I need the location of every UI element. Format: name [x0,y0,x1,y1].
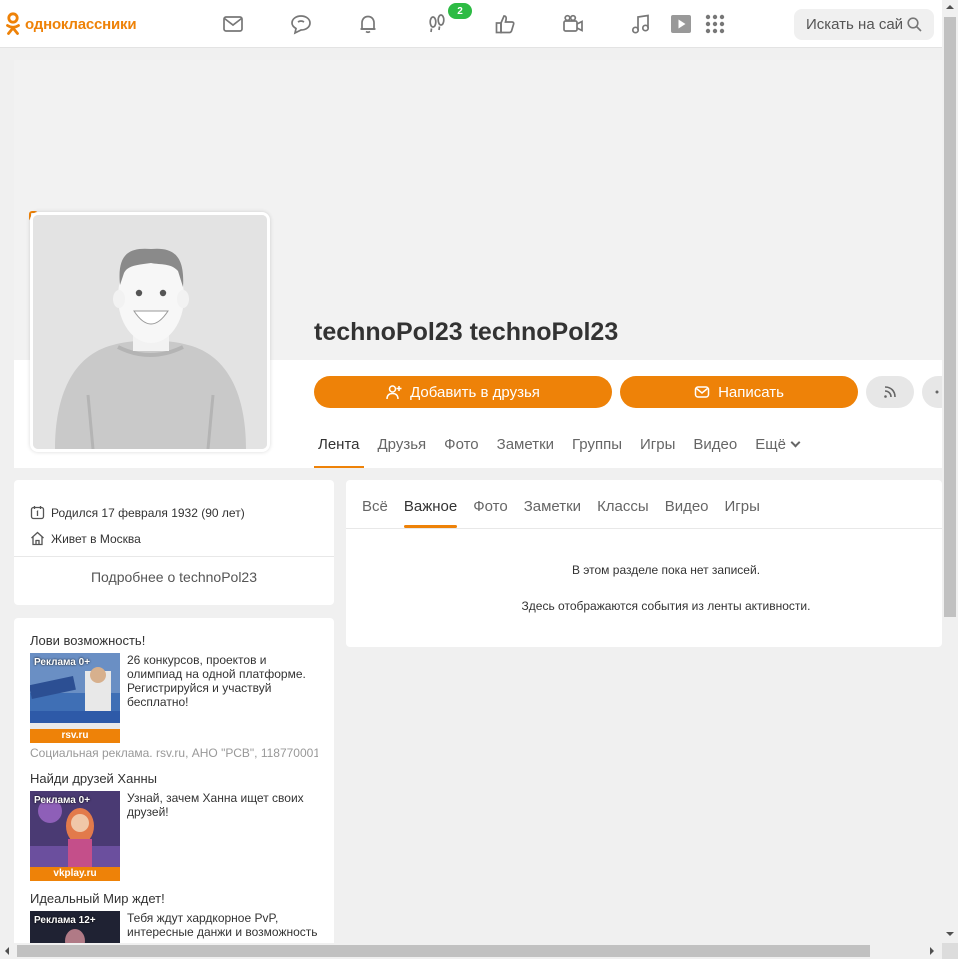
chevron-down-icon [790,437,801,448]
profile-tabs: Лента Друзья Фото Заметки Группы Игры Ви… [314,436,817,468]
add-friend-button[interactable]: Добавить в друзья [314,376,612,408]
about-card: Родился 17 февраля 1932 (90 лет) Живет в… [14,480,334,605]
search-input[interactable] [806,16,902,33]
birth-info: Родился 17 февраля 1932 (90 лет) [30,505,245,520]
birth-text: Родился 17 февраля 1932 (90 лет) [51,505,245,520]
video-camera-icon[interactable] [561,12,585,36]
location-text: Живет в Москва [51,531,141,546]
music-icon[interactable] [629,12,653,36]
feed-card: Всё Важное Фото Заметки Классы Видео Игр… [346,480,942,647]
feed-empty-message: В этом разделе пока нет записей. [571,563,761,577]
tab-more[interactable]: Ещё [755,436,801,468]
ad-domain: vkplay.ru [30,867,120,881]
search-box[interactable] [794,9,934,40]
feed-tab-notes[interactable]: Заметки [524,498,581,528]
scroll-left-arrow-icon[interactable] [5,947,9,955]
tab-videos[interactable]: Видео [693,436,737,468]
ad-age-label: Реклама 0+ [34,795,91,806]
add-user-icon [386,385,402,400]
ok-logo-icon [6,12,20,35]
vertical-scroll-thumb[interactable] [944,17,956,617]
apps-grid-icon[interactable] [703,12,727,36]
logo-text: одноклассники [25,15,137,33]
subscribe-button[interactable] [866,376,914,408]
tab-friends[interactable]: Друзья [378,436,427,468]
play-icon[interactable] [669,12,693,36]
divider [14,556,334,557]
horizontal-scroll-thumb[interactable] [17,945,870,957]
guests-count-badge: 2 [448,3,472,19]
location-info: Живет в Москва [30,531,141,546]
home-icon [31,531,44,546]
ad-domain: rsv.ru [30,729,120,743]
rss-icon [884,386,896,398]
ok-logo[interactable]: одноклассники [5,12,137,36]
ad-title[interactable]: Найди друзей Ханны [30,771,157,786]
feed-filter-tabs: Всё Важное Фото Заметки Классы Видео Игр… [362,498,776,528]
write-message-label: Написать [718,383,784,401]
feed-tab-likes[interactable]: Классы [597,498,649,528]
ads-card: Лови возможность! Реклама 0+ rsv.ru 26 к… [14,618,334,948]
feed-empty-hint: Здесь отображаются события из ленты акти… [521,599,811,613]
chat-icon[interactable] [289,12,313,36]
ad-title[interactable]: Идеальный Мир ждет! [30,891,165,906]
about-more-link[interactable]: Подробнее о technoPol23 [14,569,334,585]
profile-name: technoPol23 technoPol23 [314,318,619,346]
ad-text[interactable]: Тебя ждут хардкорное PvP, интересные дан… [127,911,323,939]
mail-icon[interactable] [221,12,245,36]
ad-age-label: Реклама 0+ [34,657,91,668]
calendar-icon [30,506,45,520]
tab-games[interactable]: Игры [640,436,675,468]
ad-image[interactable]: Реклама 0+ vkplay.ru [30,791,120,881]
divider [346,528,942,529]
add-friend-label: Добавить в друзья [410,383,540,401]
vertical-scrollbar[interactable] [942,0,958,943]
scrollbar-corner [942,943,958,959]
ad-text[interactable]: 26 конкурсов, проектов и олимпиад на одн… [127,653,323,709]
feed-tab-videos[interactable]: Видео [665,498,709,528]
feed-tab-photos[interactable]: Фото [473,498,507,528]
scroll-down-arrow-icon[interactable] [946,932,954,936]
ad-disclaimer: Социальная реклама. rsv.ru, АНО "РСВ", 1… [30,746,318,760]
ad-title[interactable]: Лови возможность! [30,633,145,648]
default-avatar-icon [33,215,267,449]
envelope-icon [694,386,710,398]
feed-tab-important[interactable]: Важное [403,498,458,528]
tab-groups[interactable]: Группы [572,436,622,468]
top-bar: одноклассники 2 [0,0,942,48]
horizontal-scrollbar[interactable] [0,943,942,959]
search-icon[interactable] [907,17,922,32]
scroll-up-arrow-icon[interactable] [946,5,954,9]
ad-age-label: Реклама 12+ [34,915,96,926]
tab-notes[interactable]: Заметки [497,436,554,468]
ad-image[interactable]: Реклама 0+ rsv.ru [30,653,120,743]
avatar[interactable] [30,212,270,452]
ad-text[interactable]: Узнай, зачем Ханна ищет своих друзей! [127,791,323,819]
write-message-button[interactable]: Написать [620,376,858,408]
tab-photos[interactable]: Фото [444,436,478,468]
bell-icon[interactable] [356,12,380,36]
tab-more-label: Ещё [755,436,786,453]
feed-tab-all[interactable]: Всё [362,498,388,528]
tab-feed[interactable]: Лента [314,436,363,468]
feed-tab-games[interactable]: Игры [725,498,760,528]
footprints-icon[interactable] [425,12,449,36]
scroll-right-arrow-icon[interactable] [930,947,934,955]
like-icon[interactable] [493,12,517,36]
